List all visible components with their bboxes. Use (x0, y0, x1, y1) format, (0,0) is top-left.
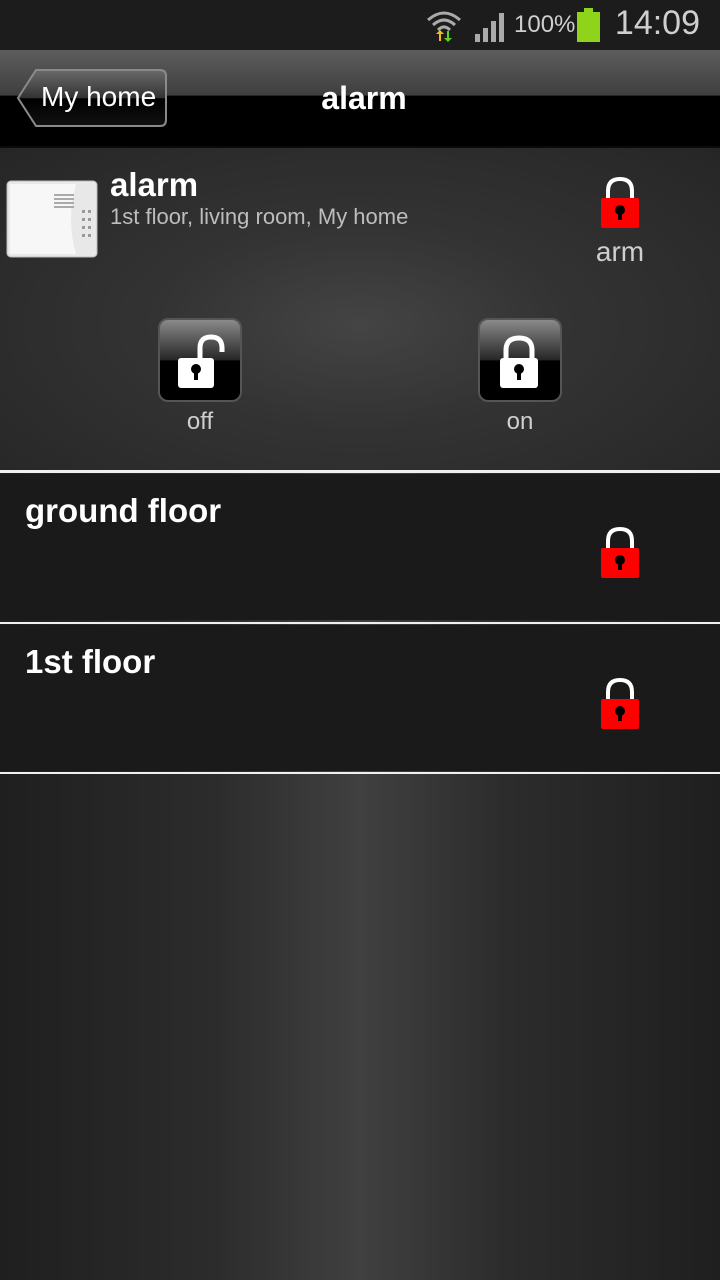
wifi-icon (427, 11, 461, 42)
unlocked-padlock-icon (178, 334, 225, 388)
red-padlock-icon[interactable] (600, 526, 640, 580)
alarm-off-label: off (186, 408, 214, 435)
alarm-device-card: alarm 1st floor, living room, My home ar… (0, 148, 720, 470)
action-bar: My home alarm (0, 50, 720, 148)
zone-name: ground floor (25, 492, 222, 529)
status-bar: 100% 14:09 (0, 0, 720, 50)
alarm-status: arm (595, 236, 645, 267)
alarm-off-button[interactable] (158, 318, 242, 402)
divider (0, 772, 720, 774)
zone-name: 1st floor (25, 643, 156, 680)
divider (0, 622, 720, 624)
battery-icon (577, 8, 600, 42)
red-padlock-icon (601, 176, 639, 228)
divider (0, 470, 720, 473)
alarm-name: alarm (110, 166, 199, 203)
locked-padlock-icon (500, 335, 538, 388)
alarm-on-button[interactable] (478, 318, 562, 402)
alarm-location: 1st floor, living room, My home (110, 204, 409, 229)
red-padlock-icon[interactable] (600, 677, 640, 731)
zone-row[interactable]: ground floor (0, 474, 720, 620)
signal-icon (475, 13, 504, 42)
alarm-on-label: on (506, 408, 534, 435)
page-title: alarm (321, 80, 407, 116)
battery-percent: 100% (514, 11, 576, 38)
zone-row[interactable]: 1st floor (0, 625, 720, 771)
clock: 14:09 (614, 4, 700, 42)
alarm-panel-image (6, 180, 98, 258)
